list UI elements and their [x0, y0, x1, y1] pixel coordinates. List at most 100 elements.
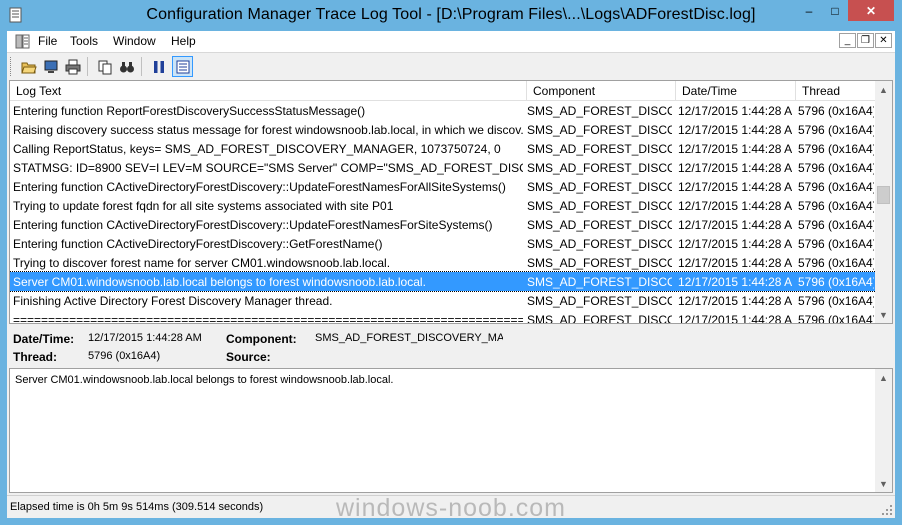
maximize-button[interactable]: □ — [822, 0, 848, 21]
cell-datetime: 12/17/2015 1:44:28 AM — [678, 123, 792, 137]
cell-log-text: Server CM01.windowsnoob.lab.local belong… — [13, 275, 426, 289]
find-icon[interactable] — [116, 56, 137, 77]
cell-thread: 5796 (0x16A4) — [798, 142, 874, 156]
cell-log-text: Trying to discover forest name for serve… — [13, 256, 391, 270]
cell-thread: 5796 (0x16A4) — [798, 104, 874, 118]
table-row[interactable]: Finishing Active Directory Forest Discov… — [10, 291, 876, 310]
table-row[interactable]: Entering function CActiveDirectoryForest… — [10, 215, 876, 234]
cell-component: SMS_AD_FOREST_DISCOVEI — [527, 275, 672, 289]
cell-component: SMS_AD_FOREST_DISCOVEI — [527, 161, 672, 175]
cell-component: SMS_AD_FOREST_DISCOVEI — [527, 199, 672, 213]
cell-component: SMS_AD_FOREST_DISCOVEI — [527, 237, 672, 251]
table-row[interactable]: Entering function ReportForestDiscoveryS… — [10, 101, 876, 120]
message-scrollbar[interactable]: ▲ ▼ — [875, 369, 892, 492]
document-icon[interactable] — [15, 34, 31, 49]
cell-thread: 5796 (0x16A4) — [798, 123, 874, 137]
copy-icon[interactable] — [94, 56, 115, 77]
scroll-up-arrow[interactable]: ▲ — [875, 81, 892, 98]
thread-label: Thread: — [13, 350, 58, 364]
cell-component: SMS_AD_FOREST_DISCOVEI — [527, 104, 672, 118]
cell-thread: 5796 (0x16A4) — [798, 313, 874, 324]
table-row[interactable]: ========================================… — [10, 310, 876, 324]
table-row[interactable]: Entering function CActiveDirectoryForest… — [10, 177, 876, 196]
window-title: Configuration Manager Trace Log Tool - [… — [146, 6, 756, 23]
print-icon[interactable] — [62, 56, 83, 77]
cell-datetime: 12/17/2015 1:44:28 AM — [678, 237, 792, 251]
cell-thread: 5796 (0x16A4) — [798, 218, 874, 232]
message-box[interactable]: Server CM01.windowsnoob.lab.local belong… — [9, 368, 893, 493]
watermark: windows-noob.com — [336, 494, 566, 522]
table-row[interactable]: Calling ReportStatus, keys= SMS_AD_FORES… — [10, 139, 876, 158]
cell-thread: 5796 (0x16A4) — [798, 275, 874, 289]
cell-datetime: 12/17/2015 1:44:28 AM — [678, 218, 792, 232]
cell-log-text: Entering function CActiveDirectoryForest… — [13, 180, 506, 194]
cell-log-text: Raising discovery success status message… — [13, 123, 523, 137]
message-scroll-down-arrow[interactable]: ▼ — [875, 475, 892, 492]
cell-component: SMS_AD_FOREST_DISCOVEI — [527, 218, 672, 232]
cell-datetime: 12/17/2015 1:44:28 AM — [678, 142, 792, 156]
resize-grip-icon[interactable] — [881, 504, 893, 516]
datetime-label: Date/Time: — [13, 332, 75, 346]
cell-log-text: ========================================… — [13, 313, 523, 324]
menu-file[interactable]: File — [38, 34, 57, 48]
cell-log-text: STATMSG: ID=8900 SEV=I LEV=M SOURCE="SMS… — [13, 161, 523, 175]
minimize-button[interactable]: – — [796, 0, 822, 21]
open-folder-icon[interactable] — [18, 56, 39, 77]
menu-tools[interactable]: Tools — [70, 34, 98, 48]
highlight-icon[interactable] — [172, 56, 193, 77]
scroll-thumb[interactable] — [877, 186, 890, 204]
cell-component: SMS_AD_FOREST_DISCOVEI — [527, 142, 672, 156]
component-value: SMS_AD_FOREST_DISCOVERY_MANAC — [315, 332, 503, 344]
mdi-close-button[interactable]: ✕ — [875, 33, 892, 48]
status-text: Elapsed time is 0h 5m 9s 514ms (309.514 … — [10, 501, 264, 513]
column-headers: Log Text Component Date/Time Thread — [10, 81, 876, 101]
app-window: Configuration Manager Trace Log Tool - [… — [0, 0, 902, 525]
thread-value: 5796 (0x16A4) — [88, 350, 161, 362]
cell-thread: 5796 (0x16A4) — [798, 256, 874, 270]
log-list[interactable]: Log Text Component Date/Time Thread Ente… — [9, 80, 893, 324]
table-row[interactable]: Trying to discover forest name for serve… — [10, 253, 876, 272]
cell-datetime: 12/17/2015 1:44:28 AM — [678, 161, 792, 175]
cell-log-text: Calling ReportStatus, keys= SMS_AD_FORES… — [13, 142, 501, 156]
column-header-thread[interactable]: Thread — [796, 81, 876, 101]
cell-datetime: 12/17/2015 1:44:28 AM — [678, 180, 792, 194]
menu-bar: File Tools Window Help _ ❐ ✕ — [7, 31, 895, 52]
column-header-component[interactable]: Component — [527, 81, 676, 101]
cell-thread: 5796 (0x16A4) — [798, 294, 874, 308]
menu-help[interactable]: Help — [171, 34, 196, 48]
mdi-restore-button[interactable]: ❐ — [857, 33, 874, 48]
cell-log-text: Entering function CActiveDirectoryForest… — [13, 218, 493, 232]
toolbar-grip[interactable] — [10, 57, 13, 76]
title-bar[interactable]: Configuration Manager Trace Log Tool - [… — [0, 0, 902, 31]
mdi-minimize-button[interactable]: _ — [839, 33, 856, 48]
close-button[interactable]: ✕ — [848, 0, 894, 21]
scroll-down-arrow[interactable]: ▼ — [875, 306, 892, 323]
pause-icon[interactable] — [148, 56, 169, 77]
computer-icon[interactable] — [40, 56, 61, 77]
cell-datetime: 12/17/2015 1:44:28 AM — [678, 199, 792, 213]
component-label: Component: — [226, 332, 297, 346]
source-label: Source: — [226, 350, 271, 364]
cell-datetime: 12/17/2015 1:44:28 AM — [678, 256, 792, 270]
table-row[interactable]: Trying to update forest fqdn for all sit… — [10, 196, 876, 215]
toolbar — [7, 52, 895, 80]
table-row-selected[interactable]: Server CM01.windowsnoob.lab.local belong… — [10, 271, 877, 292]
table-row[interactable]: Raising discovery success status message… — [10, 120, 876, 139]
column-header-log-text[interactable]: Log Text — [10, 81, 527, 101]
cell-component: SMS_AD_FOREST_DISCOVEI — [527, 123, 672, 137]
menu-window[interactable]: Window — [113, 34, 156, 48]
table-row[interactable]: Entering function CActiveDirectoryForest… — [10, 234, 876, 253]
cell-component: SMS_AD_FOREST_DISCOVEI — [527, 256, 672, 270]
log-scrollbar[interactable]: ▲ ▼ — [875, 81, 892, 323]
column-header-datetime[interactable]: Date/Time — [676, 81, 796, 101]
cell-component: SMS_AD_FOREST_DISCOVEI — [527, 313, 672, 324]
cell-component: SMS_AD_FOREST_DISCOVEI — [527, 294, 672, 308]
cell-log-text: Entering function CActiveDirectoryForest… — [13, 237, 383, 251]
cell-thread: 5796 (0x16A4) — [798, 199, 874, 213]
cell-thread: 5796 (0x16A4) — [798, 237, 874, 251]
cell-thread: 5796 (0x16A4) — [798, 161, 874, 175]
message-scroll-up-arrow[interactable]: ▲ — [875, 369, 892, 386]
table-row[interactable]: STATMSG: ID=8900 SEV=I LEV=M SOURCE="SMS… — [10, 158, 876, 177]
cell-log-text: Entering function ReportForestDiscoveryS… — [13, 104, 366, 118]
cell-datetime: 12/17/2015 1:44:28 AM — [678, 104, 792, 118]
